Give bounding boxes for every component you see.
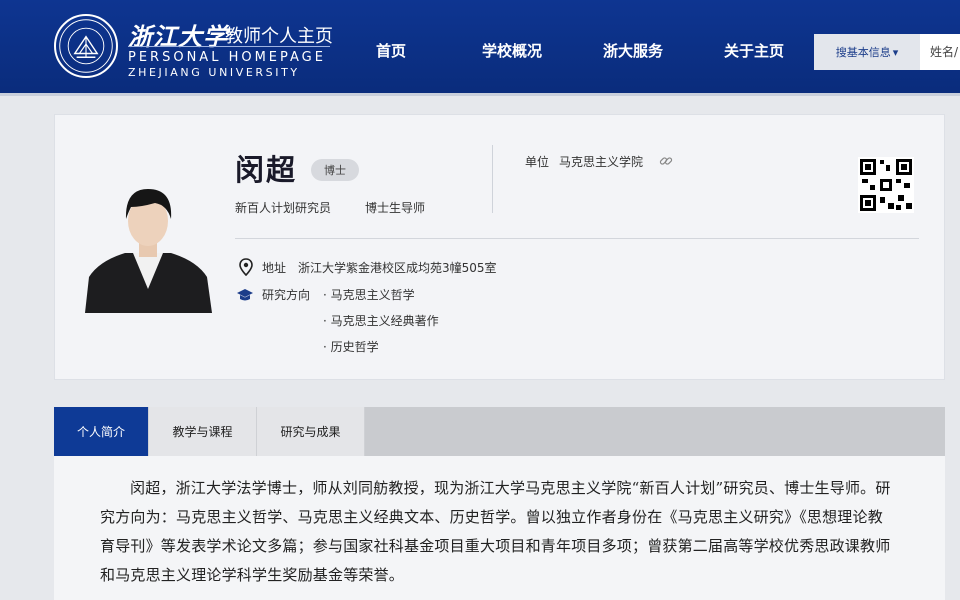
- research-item: · 历史哲学: [323, 340, 379, 354]
- research-item: · 马克思主义哲学: [323, 288, 415, 302]
- logo-english-line2: ZHEJIANG UNIVERSITY: [128, 66, 300, 79]
- address-label: 地址: [262, 261, 287, 275]
- zju-seal-icon[interactable]: [54, 14, 118, 78]
- profile-photo: [85, 177, 212, 313]
- title-researcher: 新百人计划研究员: [235, 201, 332, 215]
- nav-school-overview[interactable]: 学校概况: [482, 40, 542, 61]
- search-scope-select[interactable]: 搜基本信息 ▾: [814, 34, 920, 70]
- search-input[interactable]: [920, 34, 960, 70]
- profile-name: 闵超: [235, 153, 298, 187]
- horizontal-divider: [235, 238, 919, 239]
- unit-value[interactable]: 马克思主义学院: [559, 153, 643, 170]
- nav-about[interactable]: 关于主页: [724, 40, 784, 61]
- tab-research-results[interactable]: 研究与成果: [257, 407, 365, 456]
- degree-badge: 博士: [311, 159, 359, 181]
- research-item: · 马克思主义经典著作: [323, 314, 439, 328]
- caret-down-icon: ▾: [892, 45, 899, 59]
- search-scope-label: 搜基本信息: [835, 46, 891, 59]
- unit-label: 单位: [525, 155, 550, 169]
- profile-card: 闵超 博士 新百人计划研究员 博士生导师 单位 马克思主义学院 地址 浙江大学紫…: [54, 114, 945, 380]
- tab-bar: 个人简介 教学与课程 研究与成果: [54, 407, 945, 456]
- bio-section: 闵超，浙江大学法学博士，师从刘同舫教授，现为浙江大学马克思主义学院“新百人计划”…: [54, 456, 945, 600]
- research-label: 研究方向: [262, 288, 311, 302]
- location-pin-icon: [238, 258, 254, 277]
- search-box: 搜基本信息 ▾: [814, 34, 960, 70]
- logo-english-line1: PERSONAL HOMEPAGE: [128, 50, 326, 65]
- graduation-cap-icon: [236, 287, 254, 301]
- site-header: 浙江大学 教师个人主页 PERSONAL HOMEPAGE ZHEJIANG U…: [0, 0, 960, 96]
- title-supervisor: 博士生导师: [365, 201, 426, 215]
- tab-profile-intro[interactable]: 个人简介: [54, 407, 149, 456]
- tab-teaching-courses[interactable]: 教学与课程: [149, 407, 257, 456]
- link-icon[interactable]: [659, 153, 673, 167]
- logo-divider: [128, 46, 330, 47]
- nav-home[interactable]: 首页: [376, 40, 406, 61]
- qr-code-icon[interactable]: [858, 157, 914, 213]
- bio-text: 闵超，浙江大学法学博士，师从刘同舫教授，现为浙江大学马克思主义学院“新百人计划”…: [100, 479, 891, 584]
- vertical-divider: [492, 145, 493, 213]
- address-value: 浙江大学紫金港校区成均苑3幢505室: [298, 261, 497, 275]
- nav-zju-services[interactable]: 浙大服务: [603, 40, 663, 61]
- logo-subtitle: 教师个人主页: [225, 26, 333, 47]
